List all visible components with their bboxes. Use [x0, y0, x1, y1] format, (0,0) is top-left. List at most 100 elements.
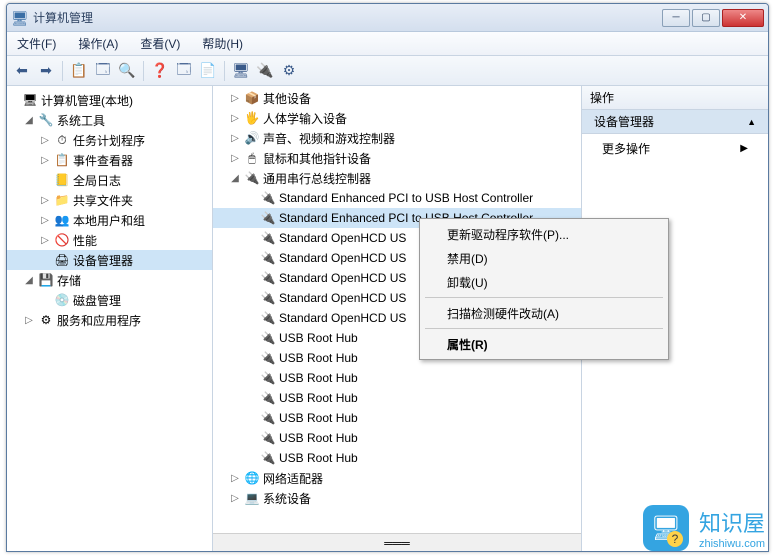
expander-icon[interactable]: ▷	[39, 215, 51, 226]
more-actions[interactable]: 更多操作 ▶	[582, 134, 768, 162]
tb-btn-2[interactable]: 🗔	[92, 60, 114, 82]
node-icon: 🖨	[54, 252, 70, 268]
tree-sys-child-3[interactable]: ▷📁共享文件夹	[7, 190, 212, 210]
expander-icon[interactable]: ◢	[229, 173, 241, 184]
tb-btn-8[interactable]: ⚙	[278, 60, 300, 82]
tree-label: USB Root Hub	[279, 391, 358, 405]
menu-help[interactable]: 帮助(H)	[198, 33, 247, 54]
expander-icon[interactable]: ◢	[23, 115, 35, 126]
tree-label: USB Root Hub	[279, 351, 358, 365]
expander-icon[interactable]: ▷	[229, 473, 241, 484]
tree-label: Standard Enhanced PCI to USB Host Contro…	[279, 191, 533, 205]
tree-storage-child-0[interactable]: 💿磁盘管理	[7, 290, 212, 310]
tree-label: 其他设备	[263, 90, 311, 107]
menu-file[interactable]: 文件(F)	[13, 33, 60, 54]
tree-label: Standard OpenHCD US	[279, 251, 406, 265]
node-icon: 🔌	[260, 430, 276, 446]
minimize-button[interactable]: ─	[662, 9, 690, 27]
tree-label: Standard OpenHCD US	[279, 291, 406, 305]
context-item-1[interactable]: 禁用(D)	[423, 246, 665, 270]
device-usb-header[interactable]: ◢🔌通用串行总线控制器	[213, 168, 581, 188]
node-icon: 🌐	[244, 470, 260, 486]
expander-icon[interactable]: ▷	[39, 135, 51, 146]
separator	[62, 61, 63, 81]
context-item-label: 禁用(D)	[447, 250, 488, 267]
expander-icon[interactable]: ▷	[229, 133, 241, 144]
left-tree-pane[interactable]: 🖥计算机管理(本地)◢🔧系统工具▷⏱任务计划程序▷📋事件查看器📒全局日志▷📁共享…	[7, 86, 213, 551]
context-item-6[interactable]: 属性(R)	[423, 332, 665, 356]
tree-label: 系统设备	[263, 490, 311, 507]
node-icon: 🔌	[244, 170, 260, 186]
titlebar[interactable]: 🖥 计算机管理 ─ ▢ ✕	[7, 4, 768, 32]
expander-icon[interactable]: ▷	[229, 113, 241, 124]
tree-label: USB Root Hub	[279, 371, 358, 385]
device-bottom-0[interactable]: ▷🌐网络适配器	[213, 468, 581, 488]
tree-label: 通用串行总线控制器	[263, 170, 371, 187]
close-button[interactable]: ✕	[722, 9, 764, 27]
actions-selected[interactable]: 设备管理器 ▲	[582, 110, 768, 134]
context-separator	[425, 297, 663, 298]
tree-sys-child-4[interactable]: ▷👥本地用户和组	[7, 210, 212, 230]
tree-storage[interactable]: ◢💾存储	[7, 270, 212, 290]
forward-button[interactable]: ➡	[35, 60, 57, 82]
device-bottom-1[interactable]: ▷💻系统设备	[213, 488, 581, 508]
context-separator	[425, 328, 663, 329]
maximize-button[interactable]: ▢	[692, 9, 720, 27]
tree-label: Standard OpenHCD US	[279, 271, 406, 285]
device-cat-1[interactable]: ▷🖐人体学输入设备	[213, 108, 581, 128]
tree-label: 计算机管理(本地)	[41, 92, 133, 109]
tree-sys-child-5[interactable]: ▷🚫性能	[7, 230, 212, 250]
node-icon: 💾	[38, 272, 54, 288]
tree-sys-child-0[interactable]: ▷⏱任务计划程序	[7, 130, 212, 150]
menu-action[interactable]: 操作(A)	[74, 33, 122, 54]
tree-root[interactable]: 🖥计算机管理(本地)	[7, 90, 212, 110]
device-cat-2[interactable]: ▷🔊声音、视频和游戏控制器	[213, 128, 581, 148]
device-usb-10[interactable]: 🔌USB Root Hub	[213, 388, 581, 408]
tree-sys-child-2[interactable]: 📒全局日志	[7, 170, 212, 190]
tb-btn-4[interactable]: 🗔	[173, 60, 195, 82]
expander-icon[interactable]: ▷	[39, 235, 51, 246]
horizontal-scrollbar[interactable]: ═══	[213, 533, 581, 551]
tree-label: 全局日志	[73, 172, 121, 189]
tb-btn-1[interactable]: 📋	[68, 60, 90, 82]
tb-btn-5[interactable]: 📄	[197, 60, 219, 82]
context-item-2[interactable]: 卸载(U)	[423, 270, 665, 294]
expander-icon[interactable]: ▷	[229, 93, 241, 104]
tree-label: 共享文件夹	[73, 192, 133, 209]
menu-view[interactable]: 查看(V)	[136, 33, 184, 54]
tb-btn-7[interactable]: 🔌	[254, 60, 276, 82]
device-cat-3[interactable]: ▷🖱鼠标和其他指针设备	[213, 148, 581, 168]
tb-btn-3[interactable]: 🔍	[116, 60, 138, 82]
tree-sys-child-1[interactable]: ▷📋事件查看器	[7, 150, 212, 170]
device-usb-12[interactable]: 🔌USB Root Hub	[213, 428, 581, 448]
device-cat-0[interactable]: ▷📦其他设备	[213, 88, 581, 108]
toolbar: ⬅ ➡ 📋 🗔 🔍 ❓ 🗔 📄 🖥 🔌 ⚙	[7, 56, 768, 86]
node-icon: 📁	[54, 192, 70, 208]
tb-btn-6[interactable]: 🖥	[230, 60, 252, 82]
tree-label: Standard OpenHCD US	[279, 311, 406, 325]
separator	[224, 61, 225, 81]
submenu-arrow-icon: ▶	[740, 143, 748, 154]
expander-icon[interactable]: ▷	[23, 315, 35, 326]
expander-icon[interactable]: ▷	[39, 155, 51, 166]
device-usb-0[interactable]: 🔌Standard Enhanced PCI to USB Host Contr…	[213, 188, 581, 208]
expander-icon[interactable]: ▷	[229, 493, 241, 504]
device-usb-11[interactable]: 🔌USB Root Hub	[213, 408, 581, 428]
context-item-4[interactable]: 扫描检测硬件改动(A)	[423, 301, 665, 325]
node-icon: 🔌	[260, 330, 276, 346]
tree-sys-child-6[interactable]: 🖨设备管理器	[7, 250, 212, 270]
back-button[interactable]: ⬅	[11, 60, 33, 82]
help-button[interactable]: ❓	[149, 60, 171, 82]
tree-services[interactable]: ▷⚙服务和应用程序	[7, 310, 212, 330]
node-icon: 🔌	[260, 250, 276, 266]
separator	[143, 61, 144, 81]
expander-icon[interactable]: ▷	[229, 153, 241, 164]
expander-icon[interactable]: ◢	[23, 275, 35, 286]
actions-selected-label: 设备管理器	[594, 113, 654, 130]
context-item-0[interactable]: 更新驱动程序软件(P)...	[423, 222, 665, 246]
expander-icon[interactable]: ▷	[39, 195, 51, 206]
device-usb-13[interactable]: 🔌USB Root Hub	[213, 448, 581, 468]
tree-system-tools[interactable]: ◢🔧系统工具	[7, 110, 212, 130]
tree-label: USB Root Hub	[279, 431, 358, 445]
device-usb-9[interactable]: 🔌USB Root Hub	[213, 368, 581, 388]
